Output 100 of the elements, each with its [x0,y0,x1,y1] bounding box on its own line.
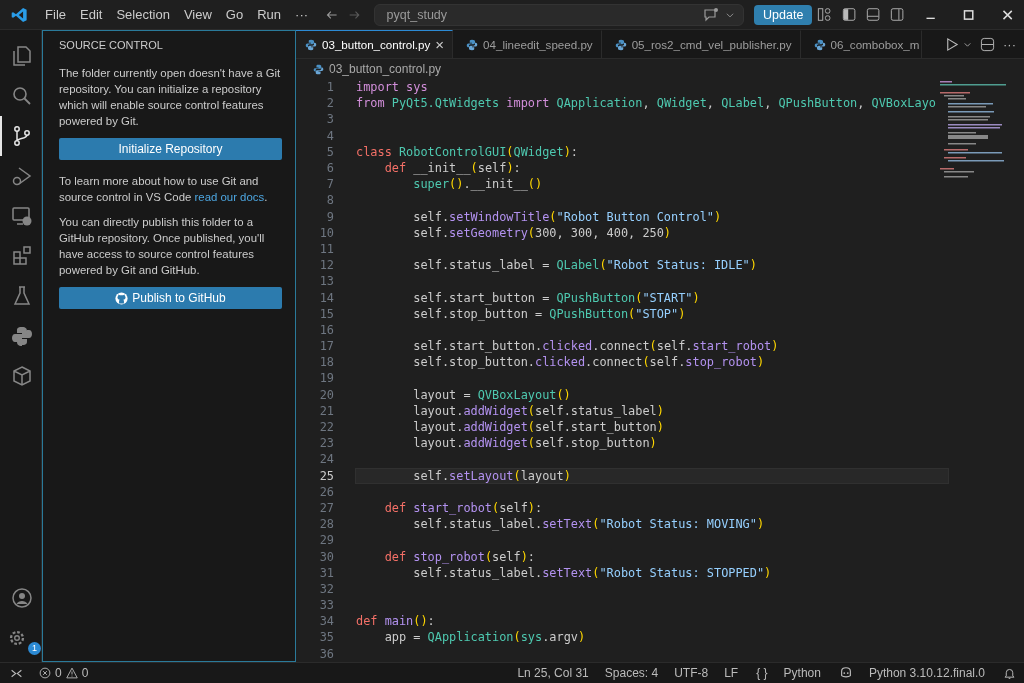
code-line: super().__init__() [412,177,543,192]
language-braces: { } [756,666,768,680]
line-number: 10 [318,225,334,240]
code-line: self.stop_button = QPushButton("STOP") [412,306,686,321]
line-number: 20 [318,387,334,402]
code-line: self.setLayout(layout) [412,468,571,483]
python-file-icon [305,38,317,51]
line-number: 4 [325,128,334,143]
panel-title: SOURCE CONTROL [59,38,164,53]
line-number: 30 [318,549,334,564]
line-number: 2 [325,96,334,111]
line-number: 25 [318,468,334,483]
maximize-icon[interactable] [962,7,976,22]
info-text: To learn more about how to use Git and source control in VS Code read our docs. [59,174,269,205]
line-number: 14 [318,290,334,305]
more-actions-button[interactable]: ··· [1003,36,1016,52]
encoding-status[interactable]: UTF-8 [674,666,709,680]
split-editor-icon[interactable] [980,36,995,52]
code-line: from PyQt5.QtWidgets import QApplication, QWidget, QLabel, QPushButton, QVBoxLayo [356,96,936,111]
monitor-icon [9,204,34,228]
info-text: The folder currently open doesn't have a Git repository. You can initialize a repository which will enable source control features powered by Git. [59,66,282,129]
code-line: self.setGeometry(300, 300, 400, 250) [412,225,672,240]
line-number: 32 [318,581,334,596]
code-line: self.status_label.setText("Robot Status: MOVING") [412,517,765,532]
account-icon[interactable] [9,586,34,610]
initialize-repository-button[interactable]: Initialize Repository [59,138,282,160]
more-menu[interactable]: ··· [288,7,316,22]
python-file-icon [813,38,826,51]
menu-item[interactable]: Selection [109,7,177,22]
python-file-icon [614,38,627,51]
line-number: 21 [318,403,334,418]
github-icon [115,291,129,305]
app-logo-icon [11,5,29,24]
warning-icon[interactable] [65,667,78,679]
publish-to-github-button[interactable]: Publish to GitHub [59,287,282,309]
language-mode[interactable]: Python [783,666,821,680]
code-line: self.status_label = QLabel("Robot Status: IDLE") [412,258,757,273]
menu-item[interactable]: View [176,7,219,22]
code-line: def main(): [356,614,435,629]
menu-item[interactable]: Go [218,7,251,22]
interpreter-status[interactable]: Python 3.10.12.final.0 [868,666,985,680]
sidebar-toggle-icon[interactable] [841,7,856,22]
code-line: layout = QVBoxLayout() [412,387,571,402]
bell-icon[interactable] [1003,666,1016,680]
close-tab-button[interactable]: × [435,36,445,53]
command-center-search[interactable]: pyqt_study [373,3,745,26]
breadcrumb-item[interactable]: 03_button_control.py [329,62,442,76]
line-number: 34 [318,614,334,629]
line-number: 22 [318,420,334,435]
line-number: 23 [318,436,334,451]
code-line: layout.addWidget(self.status_label) [412,403,664,418]
line-number: 6 [325,161,334,176]
line-ending-status[interactable]: LF [724,666,739,680]
editor-tab[interactable]: 05_ros2_cmd_vel_publisher.py [605,30,801,58]
panel-toggle-icon[interactable] [865,7,880,22]
code-line: layout.addWidget(self.start_button) [412,420,664,435]
indentation-status[interactable]: Spaces: 4 [604,666,659,680]
line-number: 26 [318,484,334,499]
code-line: app = QApplication(sys.argv) [383,630,586,645]
code-line: self.setWindowTitle("Robot Button Control") [412,209,722,224]
python-icon [9,324,34,348]
layout-icon[interactable] [817,7,832,22]
line-number: 1 [325,80,334,95]
warning-count[interactable]: 0 [81,666,89,680]
code-line: def __init__(self): [383,161,521,176]
code-line: def stop_robot(self): [383,549,536,564]
error-icon[interactable] [39,667,51,679]
python-file-icon [313,63,324,75]
secondary-sidebar-toggle-icon[interactable] [890,7,905,22]
menu-item[interactable]: Edit [73,7,110,22]
line-number: 24 [318,452,334,467]
python-file-icon [466,38,479,51]
code-line: import sys [356,80,428,95]
editor-tab[interactable]: 03_button_control.py × [296,30,454,58]
menu-item[interactable]: File [38,7,73,22]
code-line: layout.addWidget(self.stop_button) [412,436,657,451]
line-number: 11 [318,241,334,256]
line-number: 18 [318,355,334,370]
line-number: 5 [325,144,334,159]
line-number: 13 [318,274,334,289]
code-line: self.start_button.clicked.connect(self.start_robot) [412,339,779,354]
line-number: 33 [318,598,334,613]
code-line: self.stop_button.clicked.connect(self.stop_robot) [412,355,765,370]
editor-tab[interactable]: 06_combobox_m [804,30,923,58]
copilot-icon[interactable] [838,666,853,680]
error-count[interactable]: 0 [55,666,62,680]
line-number: 35 [318,630,334,645]
line-number: 3 [325,112,334,127]
line-number: 29 [318,533,334,548]
line-number: 17 [318,339,334,354]
line-number: 12 [318,258,334,273]
menu-item[interactable]: Run [250,7,289,22]
run-icon[interactable] [944,36,959,52]
cursor-position[interactable]: Ln 25, Col 31 [517,666,589,680]
chat-icon[interactable] [703,6,720,23]
line-number: 28 [318,517,334,532]
update-button[interactable]: Update [754,4,813,25]
line-number: 31 [318,565,334,580]
code-line: def start_robot(self): [383,500,543,515]
editor-tab[interactable]: 04_lineedit_speed.py [457,30,602,58]
